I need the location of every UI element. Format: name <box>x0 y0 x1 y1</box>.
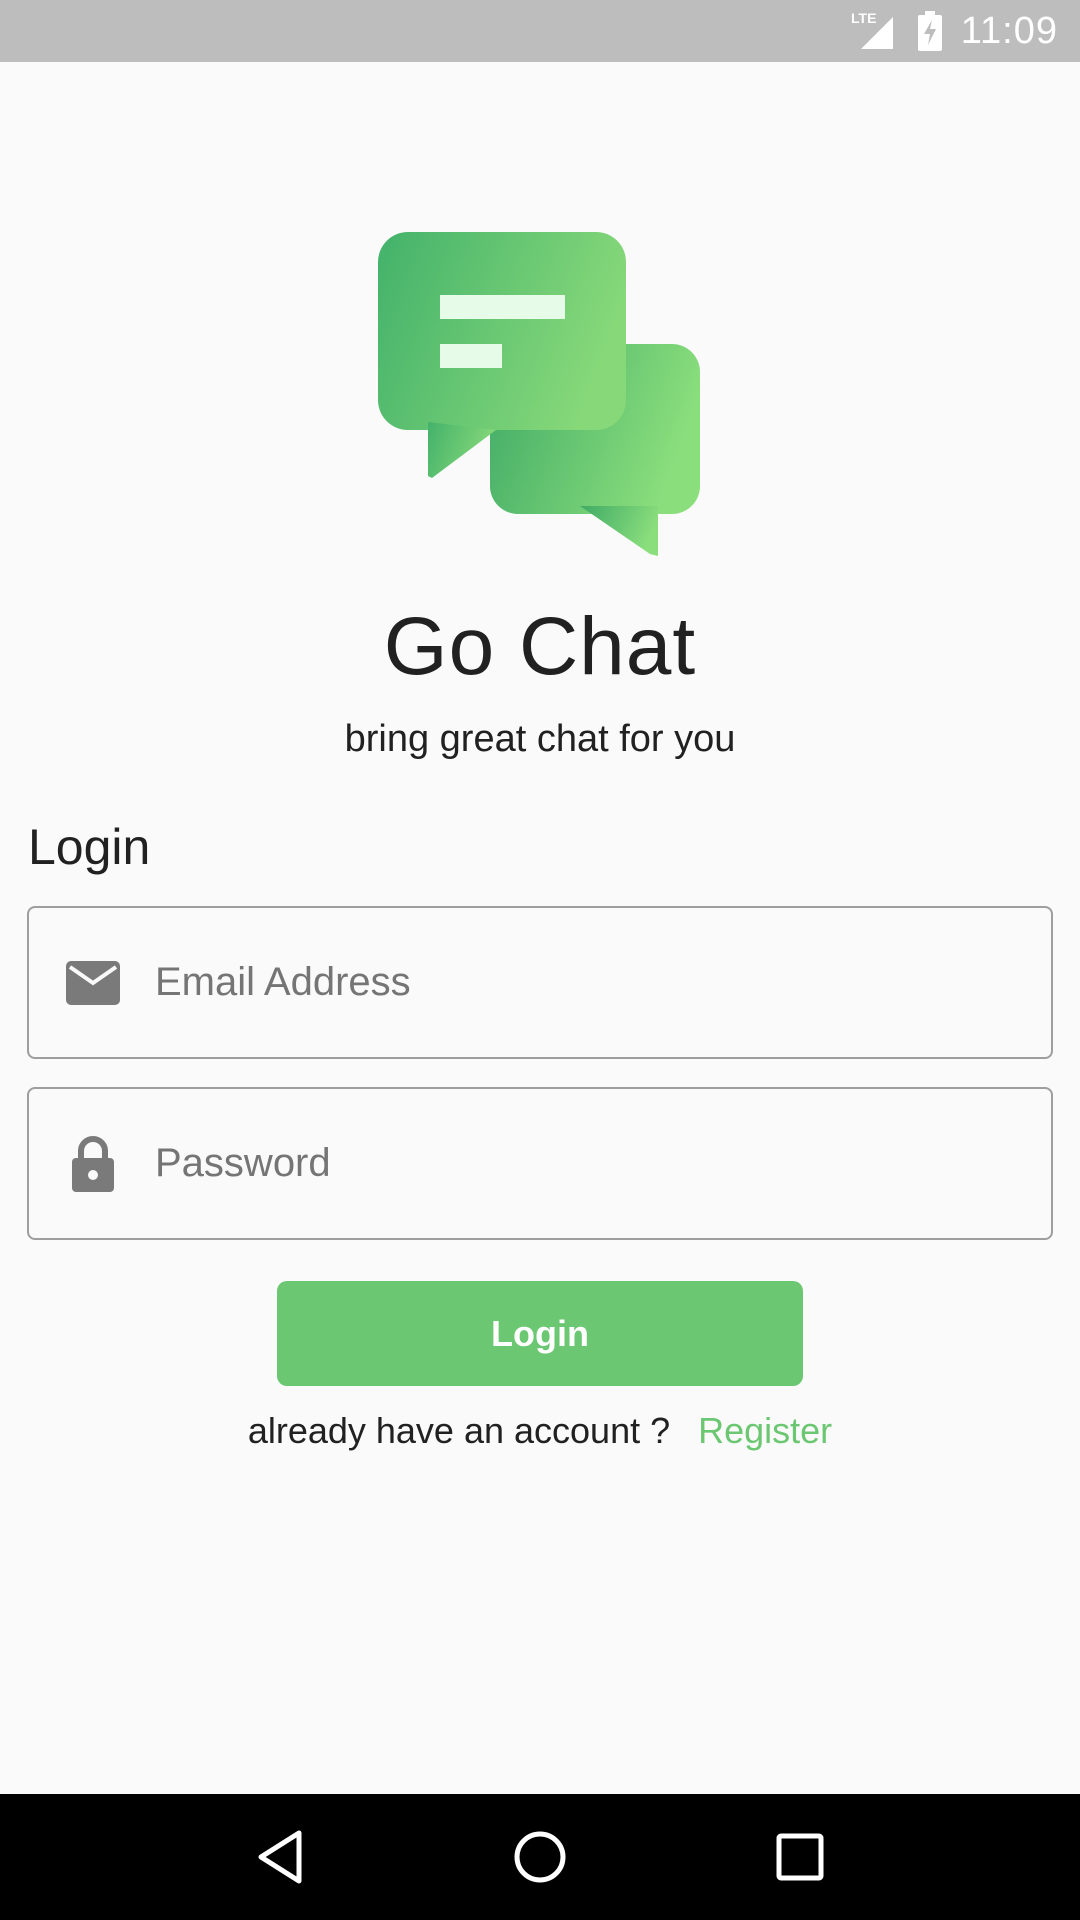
login-heading: Login <box>28 819 151 875</box>
status-bar: LTE 11:09 <box>0 0 1080 62</box>
email-field[interactable] <box>27 906 1053 1059</box>
lock-icon <box>63 1134 123 1194</box>
battery-charging-icon <box>917 11 943 51</box>
password-field[interactable] <box>27 1087 1053 1240</box>
chat-bubbles-icon <box>370 226 710 566</box>
signal-icon: LTE <box>849 9 899 53</box>
app-title: Go Chat <box>383 601 697 692</box>
register-row: already have an account ? Register <box>0 1410 1080 1452</box>
login-button[interactable]: Login <box>277 1281 803 1386</box>
app-tagline: bring great chat for you <box>344 718 736 760</box>
recents-icon[interactable] <box>765 1822 835 1892</box>
email-input[interactable] <box>155 908 1051 1057</box>
register-link[interactable]: Register <box>698 1410 832 1452</box>
mail-icon <box>63 953 123 1013</box>
password-input[interactable] <box>155 1089 1051 1238</box>
status-time: 11:09 <box>960 9 1058 52</box>
navigation-bar <box>0 1794 1080 1920</box>
home-icon[interactable] <box>505 1822 575 1892</box>
network-label: LTE <box>851 10 876 26</box>
back-icon[interactable] <box>245 1822 315 1892</box>
register-prompt: already have an account ? <box>247 1410 671 1451</box>
